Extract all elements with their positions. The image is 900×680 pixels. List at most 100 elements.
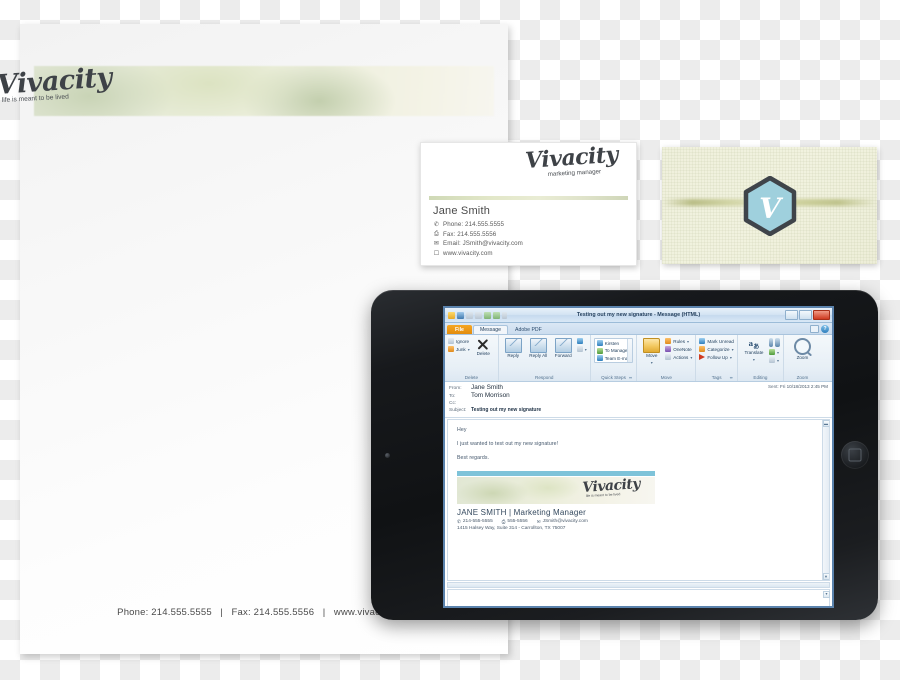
dialog-launcher-icon[interactable]: ⬌ (730, 375, 733, 380)
mark-unread-icon (699, 338, 706, 344)
actions-button[interactable]: Actions ▾ (665, 354, 692, 360)
scroll-down-button[interactable]: ▼ (823, 590, 830, 598)
secondary-pane-scrollbar[interactable]: ▼ (823, 590, 830, 605)
im-button[interactable] (576, 338, 587, 344)
group-body: aあ Translate ▾ ▾ ▾ (741, 337, 780, 375)
reply-button[interactable]: Reply (502, 338, 525, 359)
scroll-up-button[interactable]: ▬ (822, 419, 829, 427)
delete-button[interactable]: Delete (472, 338, 495, 357)
next-item-icon[interactable] (493, 311, 500, 319)
signature-address: 1415 Halsey Way, Suite 314 - Carrollton,… (457, 526, 566, 532)
save-icon[interactable] (457, 311, 464, 319)
delete-label: Delete (476, 351, 490, 356)
home-button[interactable] (841, 441, 869, 469)
message-body-pane[interactable]: Hey I just wanted to test out my new sig… (447, 418, 830, 581)
footer-sep-1: | (211, 607, 232, 618)
body-greeting: Hey (457, 426, 467, 433)
body-closing: Best regards. (457, 454, 490, 461)
business-card-back: V (662, 147, 877, 264)
related-button[interactable]: ▾ (768, 349, 780, 355)
rules-label: Rules (673, 338, 686, 344)
chevron-down-icon[interactable]: ▾ (777, 358, 779, 363)
ignore-button[interactable]: Ignore (448, 338, 470, 344)
previous-item-icon[interactable] (484, 311, 491, 319)
business-card-logo: Vivacity marketing manager (524, 142, 626, 186)
secondary-pane[interactable]: ▼ (447, 588, 830, 606)
zoom-button[interactable]: Zoom (791, 338, 814, 361)
customize-qat-icon[interactable] (502, 311, 507, 319)
select-button[interactable]: ▾ (768, 357, 780, 363)
subject-value: Testing out my new signature (471, 407, 542, 414)
window-controls[interactable] (785, 310, 832, 320)
chevron-down-icon[interactable]: ▾ (651, 360, 653, 365)
zoom-label: Zoom (796, 355, 809, 360)
mail-icon[interactable] (448, 311, 455, 319)
signature-logo: Vivacity life is meant to be lived (582, 476, 649, 503)
ribbon: Ignore Junk ▾ Delete Delete Reply Reply … (445, 335, 832, 382)
find-button[interactable] (768, 338, 780, 347)
actions-label: Actions (673, 354, 689, 360)
ignore-label: Ignore (456, 338, 470, 344)
hexagon-badge-icon: V (743, 175, 796, 236)
delete-small-commands: Ignore Junk ▾ (448, 338, 470, 352)
forward-button[interactable]: Forward (552, 338, 575, 359)
body-paragraph: I just wanted to test out my new signatu… (457, 440, 559, 447)
quick-step-kirsten[interactable]: Kirsten (596, 340, 631, 346)
body-vertical-scrollbar[interactable]: ▬ ▼ (822, 419, 829, 580)
cc-label: Cc: (449, 400, 457, 406)
dialog-launcher-icon[interactable]: ⬌ (629, 375, 632, 380)
quickstep-manager-icon (596, 347, 603, 354)
chevron-down-icon[interactable]: ▾ (753, 357, 755, 362)
chevron-down-icon[interactable]: ▾ (687, 339, 689, 344)
signature-fax: ⎙ 555-5556 (502, 519, 528, 525)
message-header: Sent: Fri 10/18/2013 2:45 PM From: Jane … (445, 382, 832, 418)
chevron-down-icon[interactable]: ▾ (732, 347, 734, 352)
tab-adobe-pdf[interactable]: Adobe PDF (509, 326, 548, 335)
group-body: Move ▾ Rules ▾ OneNote Actions ▾ (640, 337, 692, 375)
move-button[interactable]: Move ▾ (640, 338, 663, 365)
tab-message[interactable]: Message (472, 324, 508, 334)
minimize-button[interactable] (785, 310, 798, 320)
forward-icon (554, 338, 572, 353)
quickstep-person-icon (596, 340, 603, 346)
close-button[interactable] (813, 310, 830, 320)
categorize-button[interactable]: Categorize ▾ (699, 346, 734, 352)
follow-up-button[interactable]: Follow Up ▾ (699, 354, 734, 360)
quick-steps-gallery[interactable]: Kirsten To Manager Team E-mail (593, 338, 634, 363)
junk-button[interactable]: Junk ▾ (448, 346, 470, 352)
onenote-label: OneNote (673, 346, 692, 352)
group-title-zoom: Zoom (796, 375, 809, 380)
minimize-ribbon-icon[interactable] (810, 325, 819, 333)
chevron-down-icon[interactable]: ▾ (585, 347, 587, 352)
chevron-down-icon[interactable]: ▾ (690, 355, 692, 360)
ribbon-group-tags: Mark Unread Categorize ▾ Follow Up ▾ Tag… (696, 335, 738, 381)
onenote-button[interactable]: OneNote (665, 346, 692, 352)
quick-step-team-email[interactable]: Team E-mail (596, 355, 630, 361)
phone-icon: ✆ (457, 518, 461, 524)
chevron-down-icon[interactable]: ▾ (730, 355, 732, 360)
scroll-down-button[interactable]: ▼ (822, 572, 829, 580)
reading-pane-splitter[interactable] (447, 581, 830, 588)
rules-button[interactable]: Rules ▾ (665, 338, 692, 344)
header-row-subject: Subject: Testing out my new signature (449, 407, 828, 414)
chevron-down-icon[interactable]: ▾ (468, 347, 470, 352)
mark-unread-button[interactable]: Mark Unread (699, 338, 734, 344)
quick-step-to-manager[interactable]: To Manager (596, 347, 631, 354)
restore-button[interactable] (799, 310, 812, 320)
tab-file[interactable]: File (447, 325, 472, 334)
gallery-scrollbar[interactable] (627, 339, 633, 362)
business-card-front: Vivacity marketing manager Jane Smith ✆ … (420, 142, 637, 266)
chevron-down-icon[interactable]: ▾ (777, 350, 779, 355)
translate-button[interactable]: aあ Translate ▾ (741, 338, 767, 362)
help-icon[interactable]: ? (821, 325, 829, 333)
undo-icon[interactable] (466, 311, 473, 319)
from-label: From: (449, 385, 462, 391)
quick-access-toolbar[interactable] (445, 311, 507, 319)
email-icon: ✉ (536, 518, 541, 524)
reply-all-button[interactable]: Reply All (527, 338, 550, 359)
onenote-icon (665, 346, 672, 352)
more-respond-button[interactable]: ▾ (576, 346, 587, 352)
signature-contact-row: ✆ 214-555-5555 ⎙ 555-5556 ✉ JSmith@vivac… (457, 519, 657, 525)
redo-icon[interactable] (475, 311, 482, 319)
group-body: Kirsten To Manager Team E-mail (593, 337, 634, 375)
